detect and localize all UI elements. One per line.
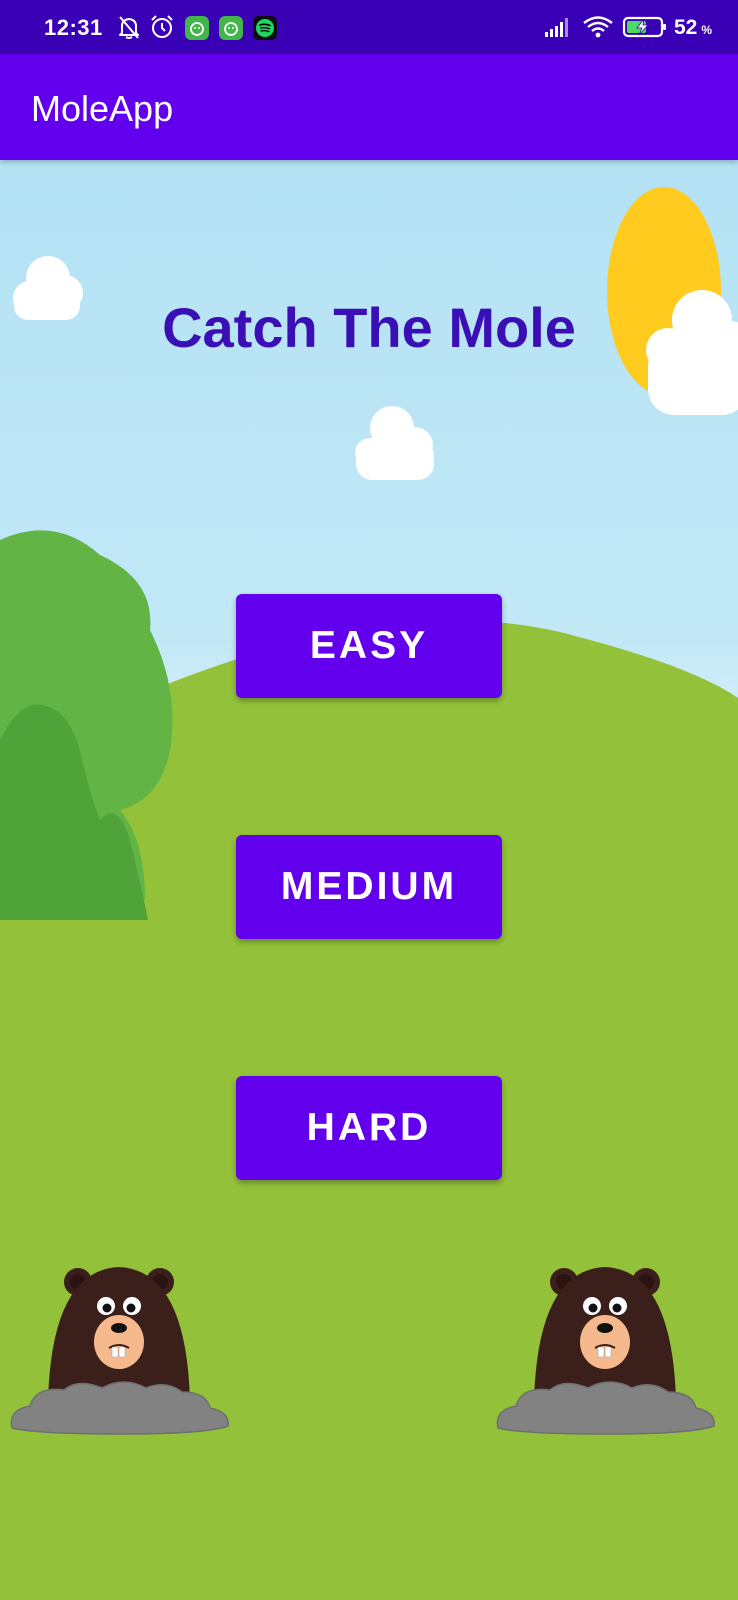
hard-button[interactable]: HARD <box>236 1076 502 1180</box>
mole-icon <box>496 1267 715 1435</box>
status-time: 12:31 <box>44 15 103 40</box>
cloud-icon <box>355 406 434 480</box>
signal-icon <box>545 18 568 37</box>
game-title: Catch The Mole <box>162 296 576 359</box>
app-screen: 12:31 52 % MoleApp Catch The Mole EASY M… <box>0 0 738 1600</box>
easy-button[interactable]: EASY <box>236 594 502 698</box>
app-notification-icon <box>185 16 209 40</box>
bell-off-icon <box>119 16 139 39</box>
wifi-icon <box>583 16 613 38</box>
alarm-icon <box>151 15 173 38</box>
battery-percent: 52% <box>674 16 713 39</box>
spotify-icon <box>253 16 277 40</box>
app-bar: MoleApp <box>0 54 738 160</box>
mole-icon <box>10 1267 229 1435</box>
app-title: MoleApp <box>31 88 174 129</box>
medium-button[interactable]: MEDIUM <box>236 835 502 939</box>
battery-charging-icon <box>622 16 666 38</box>
status-bar: 12:31 52 % <box>0 0 738 54</box>
app-notification-icon <box>219 16 243 40</box>
